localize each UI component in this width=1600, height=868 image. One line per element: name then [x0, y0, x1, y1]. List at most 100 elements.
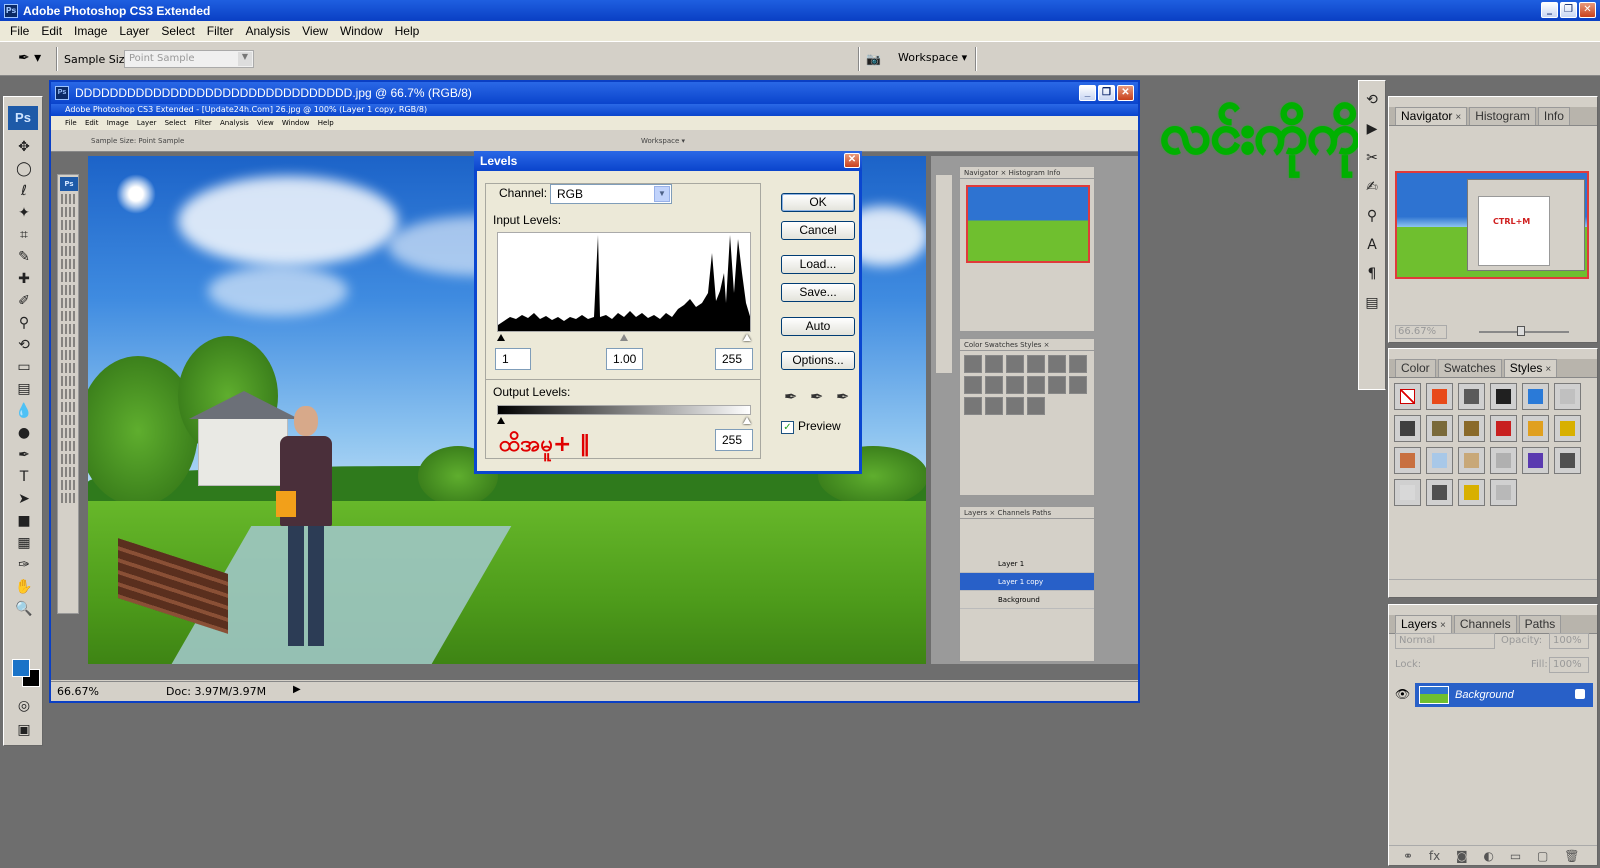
lasso-tool-icon[interactable]: ℓ — [9, 180, 39, 202]
link-layers-icon[interactable]: ⚭ — [1403, 849, 1413, 863]
tab-paths[interactable]: Paths — [1518, 615, 1562, 633]
slice-tool-icon[interactable]: ✎ — [9, 246, 39, 268]
notes-tool-icon[interactable]: ▦ — [9, 532, 39, 554]
input-gamma-field[interactable]: 1.00 — [606, 348, 643, 370]
shape-tool-icon[interactable]: ■ — [9, 510, 39, 532]
style-swatch[interactable] — [1394, 447, 1421, 474]
gray-point-eyedropper-icon[interactable]: ✒ — [810, 387, 823, 406]
navigator-thumbnail[interactable]: CTRL+M — [1395, 171, 1589, 279]
tab-histogram[interactable]: Histogram — [1469, 107, 1536, 125]
style-swatch[interactable] — [1490, 479, 1517, 506]
magic-wand-tool-icon[interactable]: ✦ — [9, 202, 39, 224]
move-tool-icon[interactable]: ✥ — [9, 136, 39, 158]
fill-field[interactable]: 100% — [1549, 657, 1589, 673]
style-swatch[interactable] — [1522, 415, 1549, 442]
add-mask-icon[interactable]: ◙ — [1456, 849, 1468, 863]
input-white-slider[interactable] — [743, 334, 751, 341]
healing-brush-tool-icon[interactable]: ✚ — [9, 268, 39, 290]
style-swatch[interactable] — [1554, 415, 1581, 442]
layer-row-background[interactable]: Background — [1415, 683, 1593, 707]
menu-analysis[interactable]: Analysis — [239, 24, 296, 38]
opacity-field[interactable]: 100% — [1549, 633, 1589, 649]
input-black-field[interactable]: 1 — [495, 348, 531, 370]
document-minimize-button[interactable]: _ — [1079, 85, 1096, 101]
style-swatch[interactable] — [1458, 479, 1485, 506]
close-icon[interactable]: × — [1455, 112, 1461, 123]
bridge-icon[interactable]: 📷 — [866, 52, 886, 68]
hand-tool-icon[interactable]: ✋ — [9, 576, 39, 598]
auto-button[interactable]: Auto — [781, 317, 855, 336]
sample-size-select[interactable]: Point Sample ▼ — [124, 50, 254, 68]
style-swatch[interactable] — [1394, 479, 1421, 506]
layer-comps-icon[interactable]: ▤ — [1362, 293, 1382, 313]
ok-button[interactable]: OK — [781, 193, 855, 212]
fx-icon[interactable]: fx — [1429, 849, 1440, 863]
white-point-eyedropper-icon[interactable]: ✒ — [836, 387, 849, 406]
new-group-icon[interactable]: ▭ — [1510, 849, 1521, 863]
gradient-tool-icon[interactable]: ▤ — [9, 378, 39, 400]
tab-color[interactable]: Color — [1395, 359, 1436, 377]
tab-swatches[interactable]: Swatches — [1437, 359, 1502, 377]
type-tool-icon[interactable]: T — [9, 466, 39, 488]
menu-layer[interactable]: Layer — [113, 24, 155, 38]
output-white-slider[interactable] — [743, 417, 751, 424]
navigator-zoom-knob[interactable] — [1517, 326, 1525, 336]
pen-tool-icon[interactable]: ✒ — [9, 444, 39, 466]
style-swatch[interactable] — [1522, 383, 1549, 410]
eyedropper-tool-preset-icon[interactable]: ✒ ▾ — [18, 50, 44, 68]
navigator-zoom-field[interactable]: 66.67% — [1395, 325, 1447, 339]
style-swatch[interactable] — [1426, 415, 1453, 442]
tab-styles[interactable]: Styles × — [1503, 359, 1558, 377]
clone-stamp-tool-icon[interactable]: ⚲ — [9, 312, 39, 334]
style-swatch[interactable] — [1554, 447, 1581, 474]
eyedropper-tool-icon[interactable]: ✑ — [9, 554, 39, 576]
minimize-button[interactable]: _ — [1541, 2, 1558, 18]
input-gamma-slider[interactable] — [620, 334, 628, 341]
channel-select[interactable]: RGB ▼ — [550, 184, 672, 204]
paragraph-icon[interactable]: ¶ — [1362, 264, 1382, 284]
clone-source-icon[interactable]: ⚲ — [1362, 206, 1382, 226]
workspace-menu[interactable]: Workspace ▾ — [898, 51, 967, 64]
cancel-button[interactable]: Cancel — [781, 221, 855, 240]
history-brush-tool-icon[interactable]: ⟲ — [9, 334, 39, 356]
input-black-slider[interactable] — [497, 334, 505, 341]
history-icon[interactable]: ⟲ — [1362, 90, 1382, 110]
black-point-eyedropper-icon[interactable]: ✒ — [784, 387, 797, 406]
foreground-color-swatch[interactable] — [12, 659, 30, 677]
status-menu-arrow-icon[interactable]: ▶ — [293, 684, 301, 695]
document-restore-button[interactable]: ❐ — [1098, 85, 1115, 101]
brushes-icon[interactable]: ✍ — [1362, 177, 1382, 197]
eye-icon[interactable]: 👁 — [1395, 687, 1410, 701]
style-swatch[interactable] — [1458, 415, 1485, 442]
restore-button[interactable]: ❐ — [1560, 2, 1577, 18]
style-swatch[interactable] — [1426, 447, 1453, 474]
menu-file[interactable]: File — [4, 24, 35, 38]
save-button[interactable]: Save... — [781, 283, 855, 302]
menu-edit[interactable]: Edit — [35, 24, 68, 38]
menu-image[interactable]: Image — [68, 24, 113, 38]
options-button[interactable]: Options... — [781, 351, 855, 370]
menu-help[interactable]: Help — [389, 24, 426, 38]
character-icon[interactable]: A — [1362, 235, 1382, 255]
screen-mode-icon[interactable]: ▣ — [9, 719, 39, 741]
path-selection-tool-icon[interactable]: ➤ — [9, 488, 39, 510]
zoom-tool-icon[interactable]: 🔍 — [9, 598, 39, 620]
style-swatch[interactable] — [1522, 447, 1549, 474]
tab-info[interactable]: Info — [1537, 107, 1570, 125]
tab-navigator[interactable]: Navigator × — [1395, 107, 1468, 125]
close-button[interactable]: ✕ — [1579, 2, 1596, 18]
style-swatch[interactable] — [1458, 383, 1485, 410]
levels-close-button[interactable]: ✕ — [844, 153, 860, 168]
style-swatch[interactable] — [1394, 415, 1421, 442]
style-swatch[interactable] — [1554, 383, 1581, 410]
output-black-slider[interactable] — [497, 417, 505, 424]
output-white-field[interactable]: 255 — [715, 429, 753, 451]
blur-tool-icon[interactable]: 💧 — [9, 400, 39, 422]
tab-channels[interactable]: Channels — [1453, 615, 1517, 633]
input-white-field[interactable]: 255 — [715, 348, 753, 370]
dodge-tool-icon[interactable]: ● — [9, 422, 39, 444]
close-icon[interactable]: × — [1545, 364, 1551, 375]
close-icon[interactable]: × — [1440, 620, 1446, 631]
quick-mask-icon[interactable]: ◎ — [9, 695, 39, 717]
eraser-tool-icon[interactable]: ▭ — [9, 356, 39, 378]
